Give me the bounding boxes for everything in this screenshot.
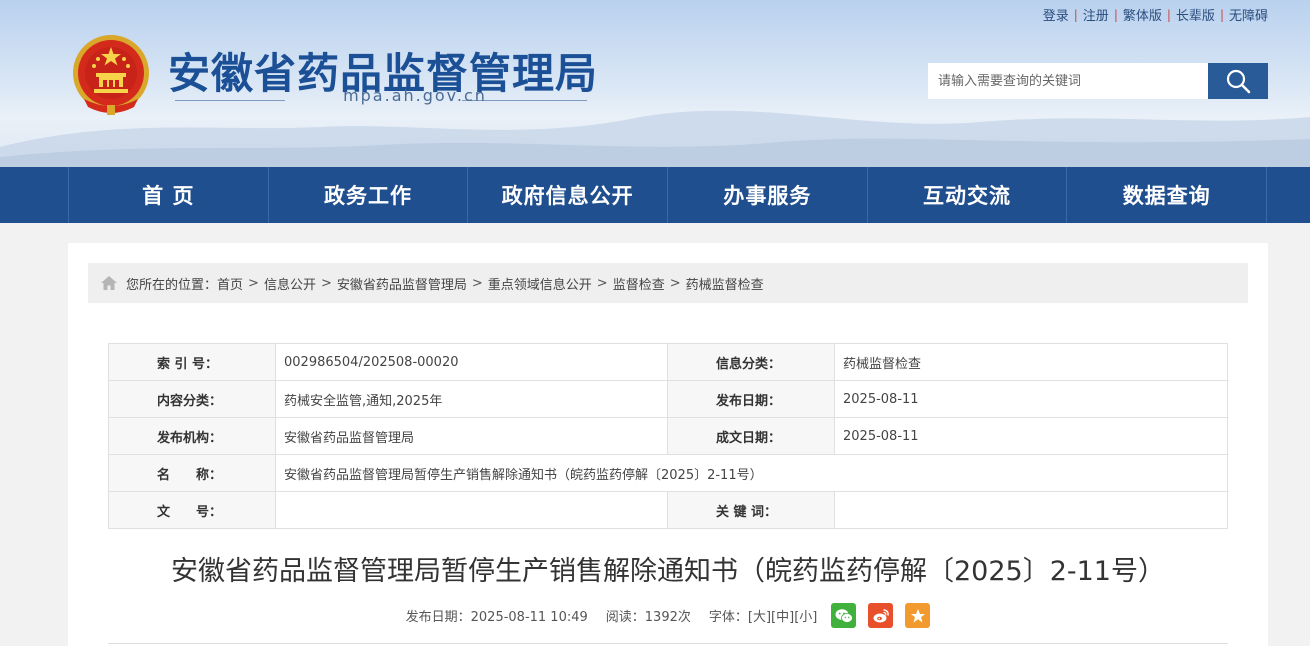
article-title: 安徽省药品监督管理局暂停生产销售解除通知书（皖药监药停解〔2025〕2-11号） — [171, 556, 1165, 587]
top-links: 登录 | 注册 | 繁体版 | 长辈版 | 无障碍 — [1043, 5, 1268, 25]
table-row: 索 引 号： 002986504/202508-00020 信息分类： 药械监督… — [108, 343, 1228, 381]
elder-version-link[interactable]: 长辈版 — [1176, 5, 1215, 24]
breadcrumb-separator: > — [248, 275, 259, 291]
meta-label: 内容分类： — [108, 380, 276, 418]
table-row: 文 号： 关 键 词： — [108, 491, 1228, 529]
breadcrumb-item-bureau[interactable]: 安徽省药品监督管理局 — [337, 274, 467, 293]
meta-publish-date: 2025-08-11 — [834, 380, 1228, 418]
meta-label: 索 引 号： — [108, 343, 276, 381]
font-medium-button[interactable]: [中] — [771, 606, 794, 625]
meta-label: 成文日期： — [667, 417, 835, 455]
search-input[interactable] — [928, 63, 1208, 99]
search-button[interactable] — [1208, 63, 1268, 99]
nav-item-services[interactable]: 办事服务 — [668, 167, 868, 223]
breadcrumb-item-key-areas[interactable]: 重点领域信息公开 — [488, 274, 592, 293]
meta-created-date: 2025-08-11 — [834, 417, 1228, 455]
meta-index-no: 002986504/202508-00020 — [275, 343, 668, 381]
meta-label: 信息分类： — [667, 343, 835, 381]
breadcrumb-separator: > — [320, 275, 332, 291]
search-icon — [1226, 69, 1251, 94]
meta-info-class: 药械监督检查 — [834, 343, 1228, 381]
divider — [108, 643, 1228, 644]
table-row: 发布机构： 安徽省药品监督管理局 成文日期： 2025-08-11 — [108, 417, 1228, 455]
document-meta-table: 索 引 号： 002986504/202508-00020 信息分类： 药械监督… — [108, 343, 1228, 529]
weibo-icon — [873, 608, 889, 622]
share-weibo-button[interactable] — [868, 603, 894, 628]
register-link[interactable]: 注册 — [1083, 5, 1109, 24]
meta-label: 发布机构： — [108, 417, 276, 455]
breadcrumb-prefix: 您所在的位置： — [126, 277, 218, 293]
breadcrumb-item-supervision[interactable]: 监督检查 — [613, 274, 665, 293]
breadcrumb-item-drug-device-inspection[interactable]: 药械监督检查 — [686, 274, 764, 293]
breadcrumb: 您所在的位置： 首页 > 信息公开 > 安徽省药品监督管理局 > 重点领域信息公… — [88, 263, 1248, 303]
separator: | — [1219, 7, 1224, 22]
font-large-button[interactable]: [大] — [748, 606, 771, 625]
share-wechat-button[interactable] — [831, 603, 857, 628]
separator: | — [1073, 7, 1078, 22]
separator: | — [1113, 7, 1118, 22]
breadcrumb-item-info-disclosure[interactable]: 信息公开 — [264, 274, 316, 293]
separator: | — [1166, 7, 1171, 22]
meta-label: 文 号： — [108, 491, 276, 529]
accessibility-link[interactable]: 无障碍 — [1229, 5, 1268, 24]
share-favorite-button[interactable] — [905, 603, 931, 628]
meta-doc-no — [275, 491, 668, 529]
font-small-button[interactable]: [小] — [794, 606, 817, 625]
national-emblem-icon[interactable] — [70, 33, 152, 119]
breadcrumb-separator: > — [471, 275, 483, 291]
nav-item-info-disclosure[interactable]: 政府信息公开 — [468, 167, 669, 223]
main-content: 您所在的位置： 首页 > 信息公开 > 安徽省药品监督管理局 > 重点领域信息公… — [68, 243, 1268, 646]
nav-item-home[interactable]: 首 页 — [69, 167, 269, 223]
breadcrumb-item-home[interactable]: 首页 — [217, 274, 243, 293]
meta-label: 发布日期： — [667, 380, 835, 418]
article-read-count: 阅读：1392次 — [605, 610, 691, 625]
meta-publisher: 安徽省药品监督管理局 — [275, 417, 668, 455]
font-size-label: 字体： — [708, 610, 748, 625]
wechat-icon — [835, 608, 853, 623]
traditional-chinese-link[interactable]: 繁体版 — [1123, 5, 1162, 24]
table-row: 内容分类： 药械安全监管,通知,2025年 发布日期： 2025-08-11 — [108, 380, 1228, 418]
favorite-star-icon — [910, 608, 925, 622]
meta-label: 关 键 词： — [667, 491, 835, 529]
site-header: 登录 | 注册 | 繁体版 | 长辈版 | 无障碍 安徽省药品监督管理局 mpa… — [0, 0, 1310, 167]
site-domain: mpa.ah.gov.cn — [343, 86, 487, 105]
nav-item-data-query[interactable]: 数据查询 — [1067, 167, 1268, 223]
login-link[interactable]: 登录 — [1043, 5, 1069, 24]
meta-label: 名 称： — [108, 454, 276, 492]
table-row: 名 称： 安徽省药品监督管理局暂停生产销售解除通知书（皖药监药停解〔2025〕2… — [108, 454, 1228, 492]
meta-keywords — [834, 491, 1228, 529]
main-nav: 首 页 政务工作 政府信息公开 办事服务 互动交流 数据查询 — [0, 167, 1310, 223]
breadcrumb-separator: > — [669, 275, 681, 291]
meta-name: 安徽省药品监督管理局暂停生产销售解除通知书（皖药监药停解〔2025〕2-11号） — [275, 454, 1228, 492]
home-icon — [101, 276, 117, 290]
article-info-bar: 发布日期：2025-08-11 10:49 阅读：1392次 字体： [大] [… — [68, 603, 1268, 628]
meta-content-class: 药械安全监管,通知,2025年 — [275, 380, 668, 418]
nav-item-government-work[interactable]: 政务工作 — [269, 167, 469, 223]
breadcrumb-separator: > — [596, 275, 608, 291]
article-publish-date: 发布日期：2025-08-11 10:49 — [405, 610, 588, 625]
nav-item-interaction[interactable]: 互动交流 — [868, 167, 1068, 223]
